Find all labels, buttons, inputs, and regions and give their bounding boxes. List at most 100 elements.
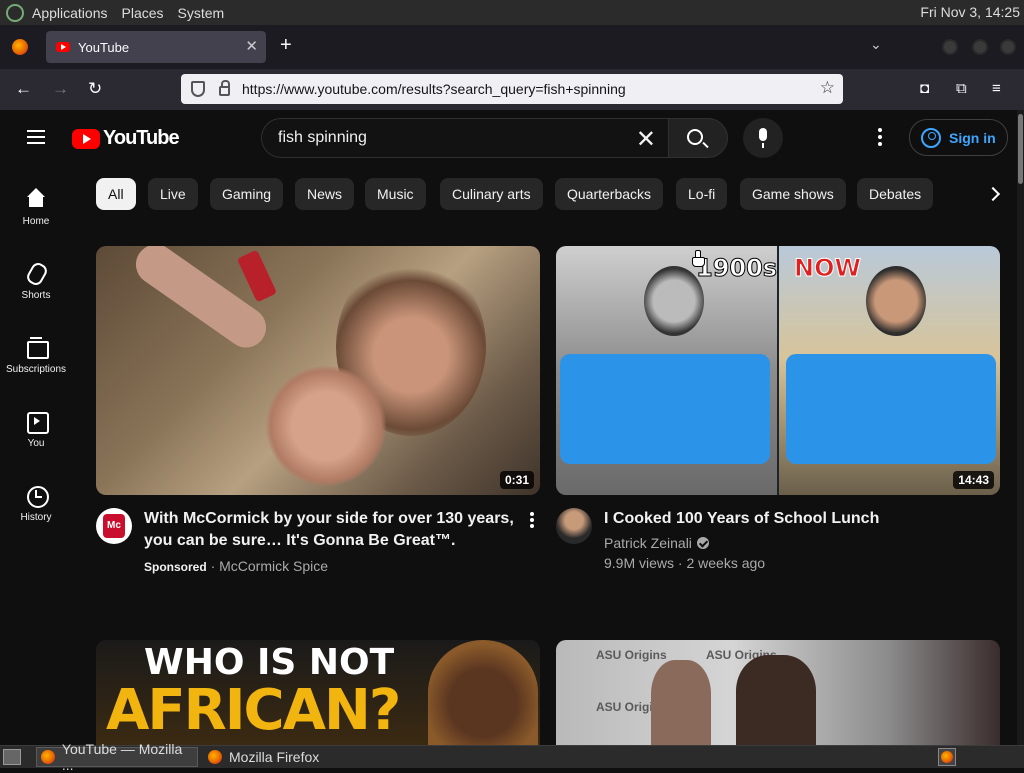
channel-avatar-mccormick[interactable]: Mc [96, 508, 132, 544]
scrollbar-thumb[interactable] [1018, 114, 1023, 184]
upload-age: 2 weeks ago [686, 555, 766, 571]
video-thumbnail-asu-origins[interactable]: ASU Origins ASU Origins ASU Origins [556, 640, 1000, 745]
applications-menu[interactable]: Applications [32, 5, 108, 21]
thumbnail-art [428, 640, 538, 745]
reload-icon[interactable]: ↻ [88, 79, 102, 99]
sidebar-item-you[interactable]: You [0, 396, 72, 470]
microphone-icon [759, 128, 767, 148]
tab-youtube[interactable]: YouTube ✕ [46, 31, 266, 63]
chip-game-shows[interactable]: Game shows [740, 178, 846, 210]
desktop-taskbar: YouTube — Mozilla ... Mozilla Firefox [0, 741, 1024, 773]
firefox-icon [41, 750, 55, 764]
sidebar-item-label: History [20, 512, 52, 523]
video-thumbnail-mccormick[interactable]: 0:31 [96, 246, 540, 495]
places-menu[interactable]: Places [122, 5, 164, 21]
voice-search-button[interactable] [743, 118, 783, 158]
thumbnail-text-line1: WHO IS NOT [144, 642, 395, 683]
clear-search-icon[interactable]: ✕ [636, 125, 656, 154]
chip-all[interactable]: All [96, 178, 136, 210]
shorts-icon [25, 262, 47, 284]
chip-debates[interactable]: Debates [857, 178, 934, 210]
chip-live[interactable]: Live [148, 178, 198, 210]
guide-menu-icon[interactable] [27, 130, 45, 144]
video-duration: 14:43 [953, 471, 994, 489]
list-all-tabs-chevron-icon[interactable]: ⌄ [870, 36, 882, 53]
extensions-icon[interactable]: ⧉ [956, 80, 967, 97]
thumbnail-art [644, 266, 704, 336]
video-title-mccormick[interactable]: With McCormick by your side for over 130… [144, 508, 514, 552]
lock-icon[interactable] [219, 80, 230, 96]
youtube-favicon-icon [56, 42, 70, 52]
thumbnail-brand-text: ASU Origins [596, 648, 667, 662]
system-menu[interactable]: System [178, 5, 225, 21]
sign-in-button[interactable]: Sign in [909, 119, 1008, 156]
thumbnail-art [866, 266, 926, 336]
back-arrow-icon[interactable]: ← [15, 79, 32, 99]
firefox-icon [208, 750, 222, 764]
url-bar[interactable]: https://www.youtube.com/results?search_q… [181, 74, 843, 104]
new-tab-button[interactable]: + [280, 34, 292, 57]
chip-news[interactable]: News [295, 178, 355, 210]
tab-title: YouTube [78, 39, 130, 55]
url-text[interactable]: https://www.youtube.com/results?search_q… [242, 81, 626, 97]
channel-avatar-patrick-zeinali[interactable] [556, 508, 592, 544]
distro-logo-icon[interactable] [6, 3, 24, 22]
chip-music[interactable]: Music [365, 178, 426, 210]
taskbar-item-youtube-firefox[interactable]: YouTube — Mozilla ... [36, 741, 198, 773]
channel-name[interactable]: McCormick Spice [219, 558, 328, 574]
pocket-icon[interactable]: ◘ [920, 80, 929, 97]
panel-clock[interactable]: Fri Nov 3, 14:25 [920, 4, 1020, 20]
search-input[interactable]: fish spinning ✕ [261, 118, 669, 158]
video-thumbnail-school-lunch[interactable]: 1900s NOW 14:43 [556, 246, 1000, 495]
ad-meta: Sponsored · McCormick Spice [144, 558, 328, 574]
account-circle-icon [921, 127, 941, 148]
bookmark-star-icon[interactable]: ☆ [820, 78, 835, 98]
window-maximize-button[interactable] [972, 39, 988, 55]
youtube-logo[interactable]: YouTube [72, 127, 180, 150]
page-scrollbar[interactable] [1017, 110, 1024, 745]
video-title-line: you can be sure… It's Gonna Be Great™. [144, 532, 456, 549]
youtube-wordmark: YouTube [103, 127, 180, 149]
chip-lo-fi[interactable]: Lo-fi [676, 178, 728, 210]
forward-arrow-icon[interactable]: → [52, 79, 69, 99]
video-stats: 9.9M views · 2 weeks ago [604, 555, 765, 571]
sidebar-item-label: You [27, 438, 45, 449]
taskbar-item-mozilla-firefox[interactable]: Mozilla Firefox [204, 747, 364, 767]
chip-culinary-arts[interactable]: Culinary arts [440, 178, 543, 210]
sidebar-item-subscriptions[interactable]: Subscriptions [0, 322, 72, 396]
subscriptions-icon [25, 336, 49, 359]
window-minimize-button[interactable] [942, 39, 958, 55]
search-button[interactable] [668, 118, 728, 158]
show-desktop-icon[interactable] [3, 749, 21, 765]
chip-gaming[interactable]: Gaming [210, 178, 284, 210]
close-tab-icon[interactable]: ✕ [245, 37, 258, 55]
desktop-top-panel: Applications Places System Fri Nov 3, 14… [0, 0, 1024, 25]
video-thumbnail-who-is-not-african[interactable]: WHO IS NOT AFRICAN? [96, 640, 540, 745]
tracking-protection-shield-icon[interactable] [191, 81, 205, 97]
history-icon [25, 484, 49, 508]
channel-name[interactable]: Patrick Zeinali [604, 535, 692, 551]
thumbnail-art [736, 655, 816, 745]
video-title-school-lunch[interactable]: I Cooked 100 Years of School Lunch [604, 508, 879, 530]
chip-next-chevron-icon[interactable] [984, 184, 1004, 204]
video-duration: 0:31 [499, 471, 534, 489]
video-title-line: With McCormick by your side for over 130… [144, 510, 514, 527]
thumbnail-label-1900s: 1900s [695, 254, 778, 283]
sidebar-item-label: Subscriptions [5, 364, 67, 375]
app-menu-icon[interactable]: ≡ [992, 80, 1001, 97]
sidebar-item-shorts[interactable]: Shorts [0, 248, 72, 322]
video-more-actions-icon[interactable] [528, 512, 536, 530]
settings-more-button[interactable] [872, 128, 888, 148]
verified-check-icon [696, 537, 709, 549]
sidebar-item-history[interactable]: History [0, 470, 72, 544]
search-query-text[interactable]: fish spinning [278, 129, 367, 147]
chip-quarterbacks[interactable]: Quarterbacks [555, 178, 664, 210]
tray-firefox-icon[interactable] [938, 748, 956, 766]
thumbnail-art [651, 660, 711, 745]
sign-in-label: Sign in [949, 129, 996, 146]
sidebar-item-label: Home [22, 216, 50, 227]
sidebar-item-home[interactable]: Home [0, 174, 72, 248]
firefox-view-icon[interactable] [12, 39, 28, 55]
window-close-button[interactable] [1000, 39, 1016, 55]
taskbar-item-label: Mozilla Firefox [229, 749, 320, 765]
